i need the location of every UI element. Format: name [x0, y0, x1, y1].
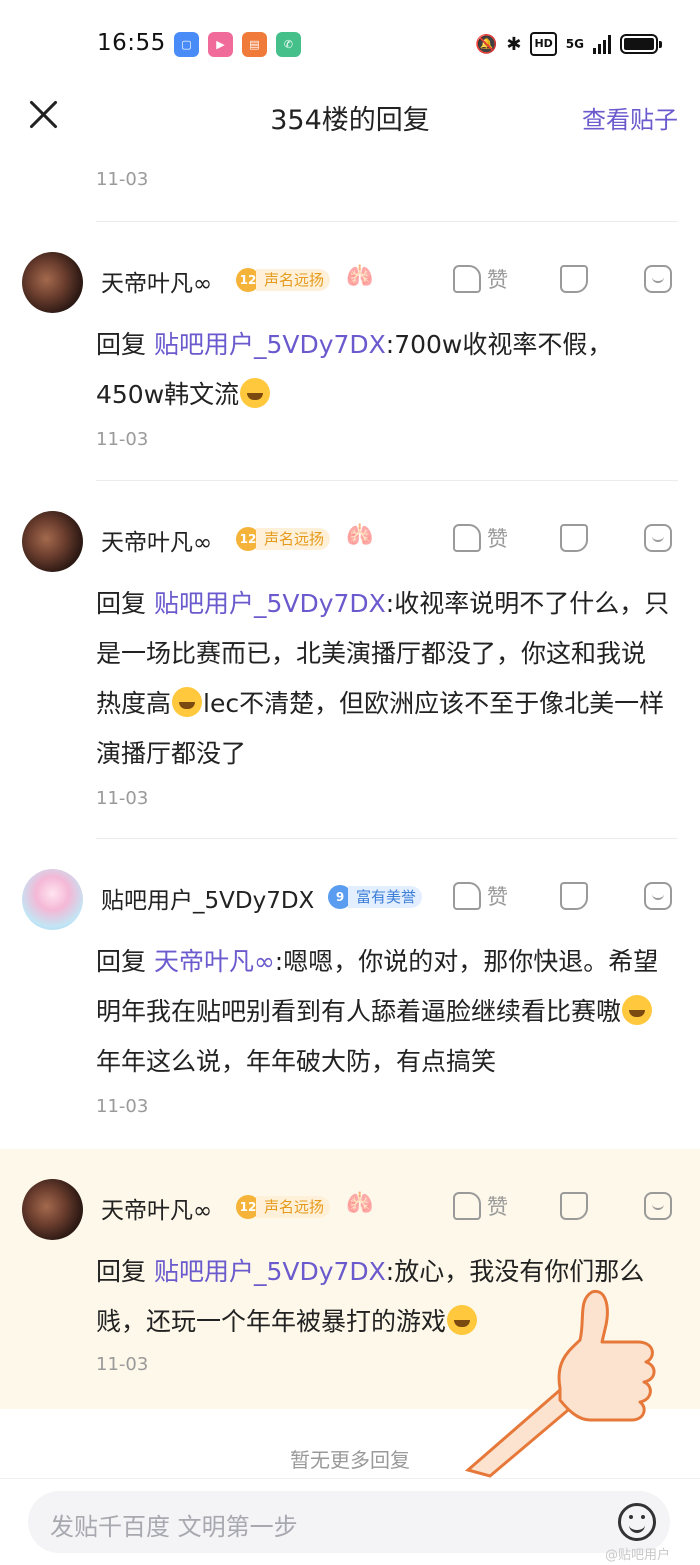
mention-link[interactable]: 贴吧用户_5VDy7DX	[154, 1257, 386, 1286]
like-button[interactable]: 赞	[453, 523, 508, 553]
status-bar: 16:55 ▢ ▶ ▤ ✆ 🔕 ✱ HD 5G	[0, 0, 700, 88]
app-blue-icon: ▢	[174, 32, 199, 57]
level-badge: 12 声名远扬	[236, 268, 331, 292]
dislike-button[interactable]	[560, 265, 588, 293]
no-more-replies: 暂无更多回复	[290, 1448, 410, 1472]
reply-text: 回复 天帝叶凡∞:嗯嗯，你说的对，那你快退。希望明年我在贴吧别看到有人舔着逼脸继…	[96, 947, 659, 1076]
reply-actions: 赞	[453, 1191, 672, 1221]
dislike-button[interactable]	[560, 882, 588, 910]
avatar[interactable]	[22, 1179, 83, 1240]
reply-input-placeholder: 发贴千百度 文明第一步	[50, 1513, 298, 1541]
lungs-badge-icon: 🫁	[346, 1191, 374, 1216]
reply-input[interactable]: 发贴千百度 文明第一步	[28, 1491, 670, 1553]
reply-actions: 赞	[453, 264, 672, 294]
bluetooth-icon: ✱	[506, 33, 522, 55]
status-icons: 🔕 ✱ HD 5G	[474, 32, 662, 56]
thumb-up-icon	[453, 524, 481, 552]
level-badge: 9 富有美誉	[328, 885, 423, 909]
thumb-up-icon	[453, 265, 481, 293]
rofl-emoji-icon	[447, 1305, 478, 1335]
reply-item: 天帝叶凡∞ 12 声名远扬 🫁 赞 回复 贴吧用户_5VDy7DX:收视率说明不…	[0, 481, 700, 839]
comment-button[interactable]	[644, 1192, 672, 1220]
notification-app-icons: ▢ ▶ ▤ ✆	[174, 32, 301, 57]
status-time: 16:55	[97, 30, 166, 56]
header: 354楼的回复 查看贴子	[0, 88, 700, 144]
emoji-picker-icon[interactable]	[618, 1503, 656, 1541]
signal-icon	[593, 34, 611, 54]
level-badge: 12 声名远扬	[236, 1195, 331, 1219]
mention-link[interactable]: 贴吧用户_5VDy7DX	[154, 330, 386, 359]
reply-item: 贴吧用户_5VDy7DX 9 富有美誉 赞 回复 天帝叶凡∞:嗯嗯，你说的对，那…	[0, 839, 700, 1149]
phone-icon: ✆	[276, 32, 301, 57]
avatar[interactable]	[22, 869, 83, 930]
watermark: @贴吧用户	[604, 1548, 670, 1563]
thumb-up-icon	[453, 882, 481, 910]
reply-date: 11-03	[96, 1354, 149, 1375]
reply-date: 11-03	[96, 1096, 149, 1117]
facepalm-emoji-icon	[622, 995, 653, 1025]
username[interactable]: 天帝叶凡∞	[101, 1191, 212, 1225]
like-button[interactable]: 赞	[453, 1191, 508, 1221]
dislike-button[interactable]	[560, 1192, 588, 1220]
reader-icon: ▤	[242, 32, 267, 57]
battery-icon	[620, 34, 662, 54]
username[interactable]: 天帝叶凡∞	[101, 523, 212, 557]
dislike-button[interactable]	[560, 524, 588, 552]
mute-bell-icon: 🔕	[474, 33, 498, 55]
bottom-input-bar: 发贴千百度 文明第一步 @贴吧用户	[0, 1478, 700, 1565]
reply-date: 11-03	[96, 788, 149, 809]
level-badge: 12 声名远扬	[236, 527, 331, 551]
bilibili-icon: ▶	[208, 32, 233, 57]
lungs-badge-icon: 🫁	[346, 523, 374, 548]
username[interactable]: 天帝叶凡∞	[101, 264, 212, 298]
reply-item: 天帝叶凡∞ 12 声名远扬 🫁 赞 回复 贴吧用户_5VDy7DX:700w收视…	[0, 222, 700, 481]
reply-actions: 赞	[453, 523, 672, 553]
avatar[interactable]	[22, 252, 83, 313]
mention-link[interactable]: 贴吧用户_5VDy7DX	[154, 589, 386, 618]
comment-button[interactable]	[644, 265, 672, 293]
reply-text: 回复 贴吧用户_5VDy7DX:700w收视率不假，450w韩文流	[96, 330, 613, 409]
comment-button[interactable]	[644, 524, 672, 552]
reply-text: 回复 贴吧用户_5VDy7DX:放心，我没有你们那么贱，还玩一个年年被暴打的游戏	[96, 1257, 645, 1336]
avatar[interactable]	[22, 511, 83, 572]
reply-text: 回复 贴吧用户_5VDy7DX:收视率说明不了什么，只是一场比赛而已，北美演播厅…	[96, 589, 670, 768]
reply-actions: 赞	[453, 881, 672, 911]
network-type: 5G	[565, 37, 584, 51]
rofl-emoji-icon	[240, 378, 271, 408]
comment-button[interactable]	[644, 882, 672, 910]
view-post-link[interactable]: 查看贴子	[582, 100, 678, 135]
floor-date: 11-03	[96, 169, 149, 190]
thumb-up-icon	[453, 1192, 481, 1220]
like-button[interactable]: 赞	[453, 881, 508, 911]
username[interactable]: 贴吧用户_5VDy7DX	[101, 881, 314, 915]
reply-item-highlighted: 天帝叶凡∞ 12 声名远扬 🫁 赞 回复 贴吧用户_5VDy7DX:放心，我没有…	[0, 1149, 700, 1409]
mention-link[interactable]: 天帝叶凡∞	[154, 947, 275, 976]
rofl-emoji-icon	[172, 687, 203, 717]
hd-icon: HD	[530, 32, 557, 56]
lungs-badge-icon: 🫁	[346, 264, 374, 289]
like-button[interactable]: 赞	[453, 264, 508, 294]
reply-date: 11-03	[96, 429, 149, 450]
